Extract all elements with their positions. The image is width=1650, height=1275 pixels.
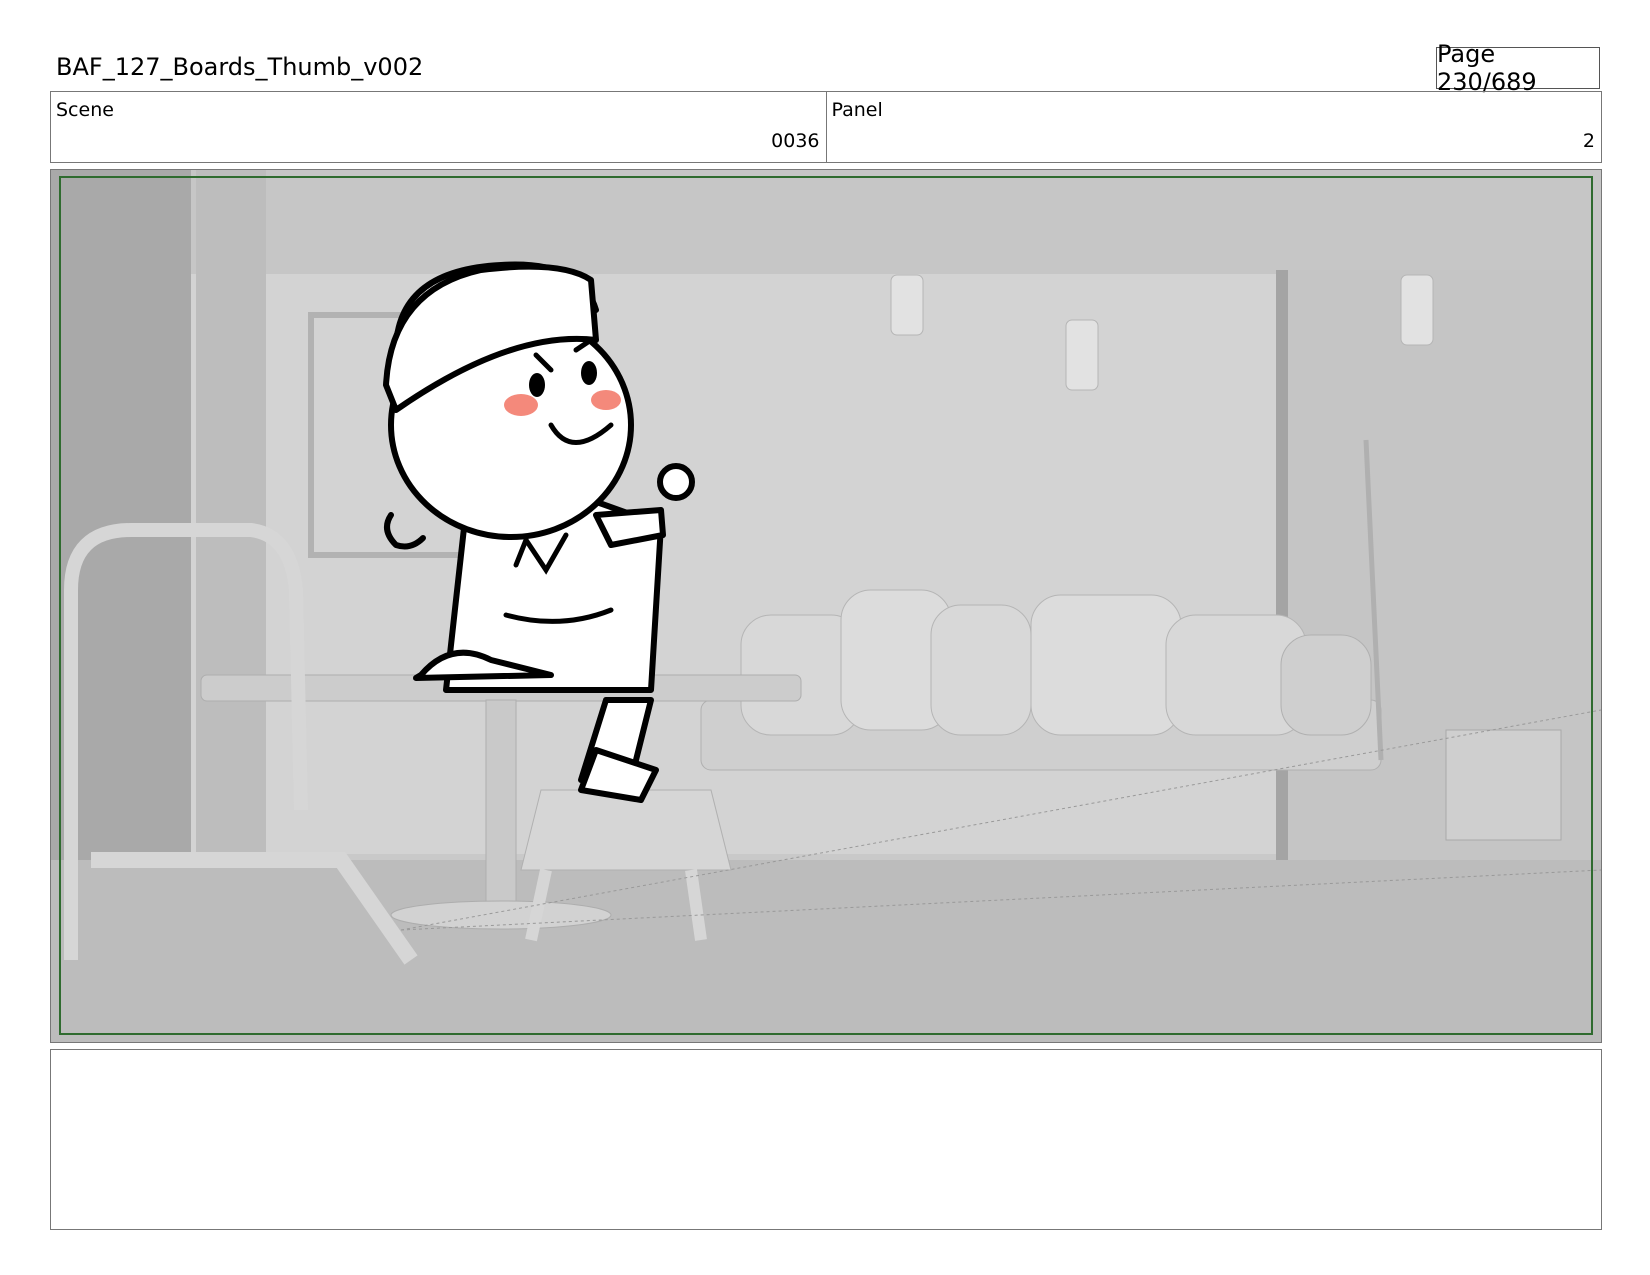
scene-label: Scene: [56, 99, 114, 121]
notes-box[interactable]: [50, 1049, 1602, 1230]
page-number: Page 230/689: [1436, 40, 1600, 96]
panel-cell: Panel 2: [825, 92, 1602, 162]
scene-value: 0036: [771, 130, 820, 152]
scene-cell: Scene 0036: [51, 92, 826, 162]
panel-drawing: [51, 170, 1601, 1042]
panel-label: Panel: [831, 99, 883, 121]
document-title: BAF_127_Boards_Thumb_v002: [56, 53, 424, 81]
scene-panel-info: Scene 0036 Panel 2: [50, 91, 1602, 163]
panel-value: 2: [1582, 130, 1595, 152]
storyboard-panel: [50, 169, 1602, 1043]
